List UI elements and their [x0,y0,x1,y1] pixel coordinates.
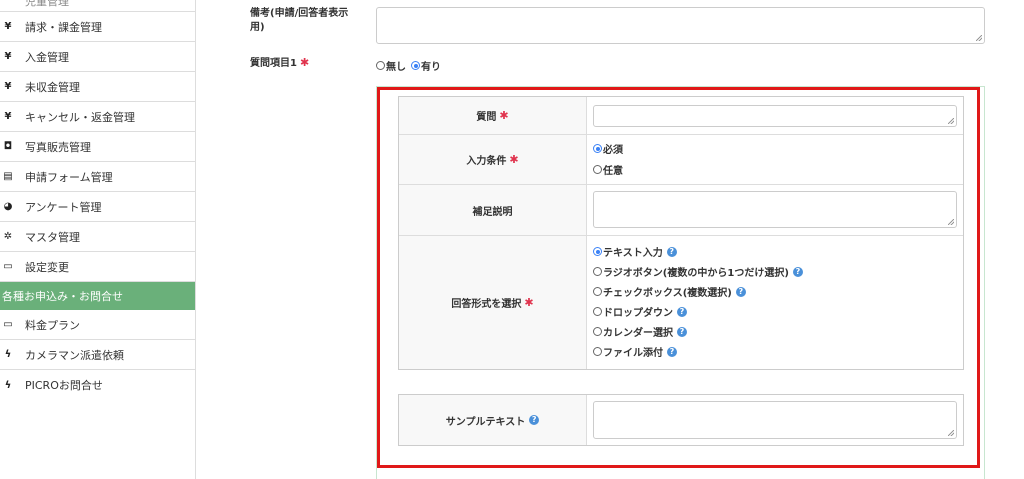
camera-icon: ◘ [3,141,13,152]
sidebar-item-label: 未収金管理 [25,80,80,94]
sidebar-item-partial[interactable]: 児童管理 [0,0,195,12]
sidebar-item-label: 児童管理 [25,0,69,8]
sidebar-item-settings[interactable]: ▭ 設定変更 [0,252,195,282]
document-icon: ▤ [3,171,13,182]
sidebar-item-label: PICROお問合せ [25,379,103,392]
sidebar-item-label: 入金管理 [25,50,69,64]
sidebar-item-contact[interactable]: ϟ PICROお問合せ [0,370,195,400]
sidebar-item-label: 料金プラン [25,318,80,332]
yen-icon: ¥ [4,81,12,92]
sidebar-item-billing[interactable]: ¥ 請求・課金管理 [0,12,195,42]
bolt-icon: ϟ [4,349,12,360]
yen-icon: ¥ [4,51,12,62]
gear-icon: ✲ [3,231,13,242]
chart-icon: ◕ [3,201,13,212]
sidebar-item-label: 請求・課金管理 [25,20,102,34]
radio-none[interactable] [376,61,385,70]
monitor-icon: ▭ [3,261,13,272]
sidebar-item-label: マスタ管理 [25,230,80,244]
sidebar-item-receivables[interactable]: ¥ 未収金管理 [0,72,195,102]
sidebar-item-master[interactable]: ✲ マスタ管理 [0,222,195,252]
sidebar-item-label: 設定変更 [25,260,69,274]
question1-options: 無し 有り [376,58,441,73]
sidebar-section-header: 各種お申込み・お問合せ [0,282,195,310]
highlight-frame [377,87,980,468]
sidebar-item-survey[interactable]: ◕ アンケート管理 [0,192,195,222]
required-icon: ✱ [299,56,310,69]
sidebar-item-label: カメラマン派遣依頼 [25,348,124,362]
remarks-label: 備考(申請/回答者表示用) [250,8,349,33]
radio-yes[interactable] [411,61,420,70]
sidebar-item-payment[interactable]: ¥ 入金管理 [0,42,195,72]
question1-label: 質問項目1 ✱ [250,56,309,71]
sidebar-item-forms[interactable]: ▤ 申請フォーム管理 [0,162,195,192]
question1-label-text: 質問項目1 [250,58,297,69]
yen-icon: ¥ [4,111,12,122]
main-content: 備考(申請/回答者表示用) 質問項目1✱ 無し 有り 質問✱ 入力条件✱ [196,0,1024,479]
sidebar: 児童管理 ¥ 請求・課金管理 ¥ 入金管理 ¥ 未収金管理 ¥ キャンセル・返金… [0,0,196,479]
yen-icon: ¥ [4,21,12,32]
bolt-icon: ϟ [4,379,12,391]
monitor-icon: ▭ [3,319,13,330]
sidebar-item-label: アンケート管理 [25,200,102,214]
radio-yes-label: 有り [421,62,441,73]
sidebar-item-cancel-refund[interactable]: ¥ キャンセル・返金管理 [0,102,195,132]
remarks-textarea[interactable] [376,7,985,44]
sidebar-item-photographer[interactable]: ϟ カメラマン派遣依頼 [0,340,195,370]
sidebar-item-pricing[interactable]: ▭ 料金プラン [0,310,195,340]
sidebar-item-label: 申請フォーム管理 [25,170,113,184]
radio-none-label: 無し [386,62,406,73]
sidebar-item-label: キャンセル・返金管理 [25,110,135,124]
sidebar-item-photo-sales[interactable]: ◘ 写真販売管理 [0,132,195,162]
sidebar-item-label: 写真販売管理 [25,140,91,154]
